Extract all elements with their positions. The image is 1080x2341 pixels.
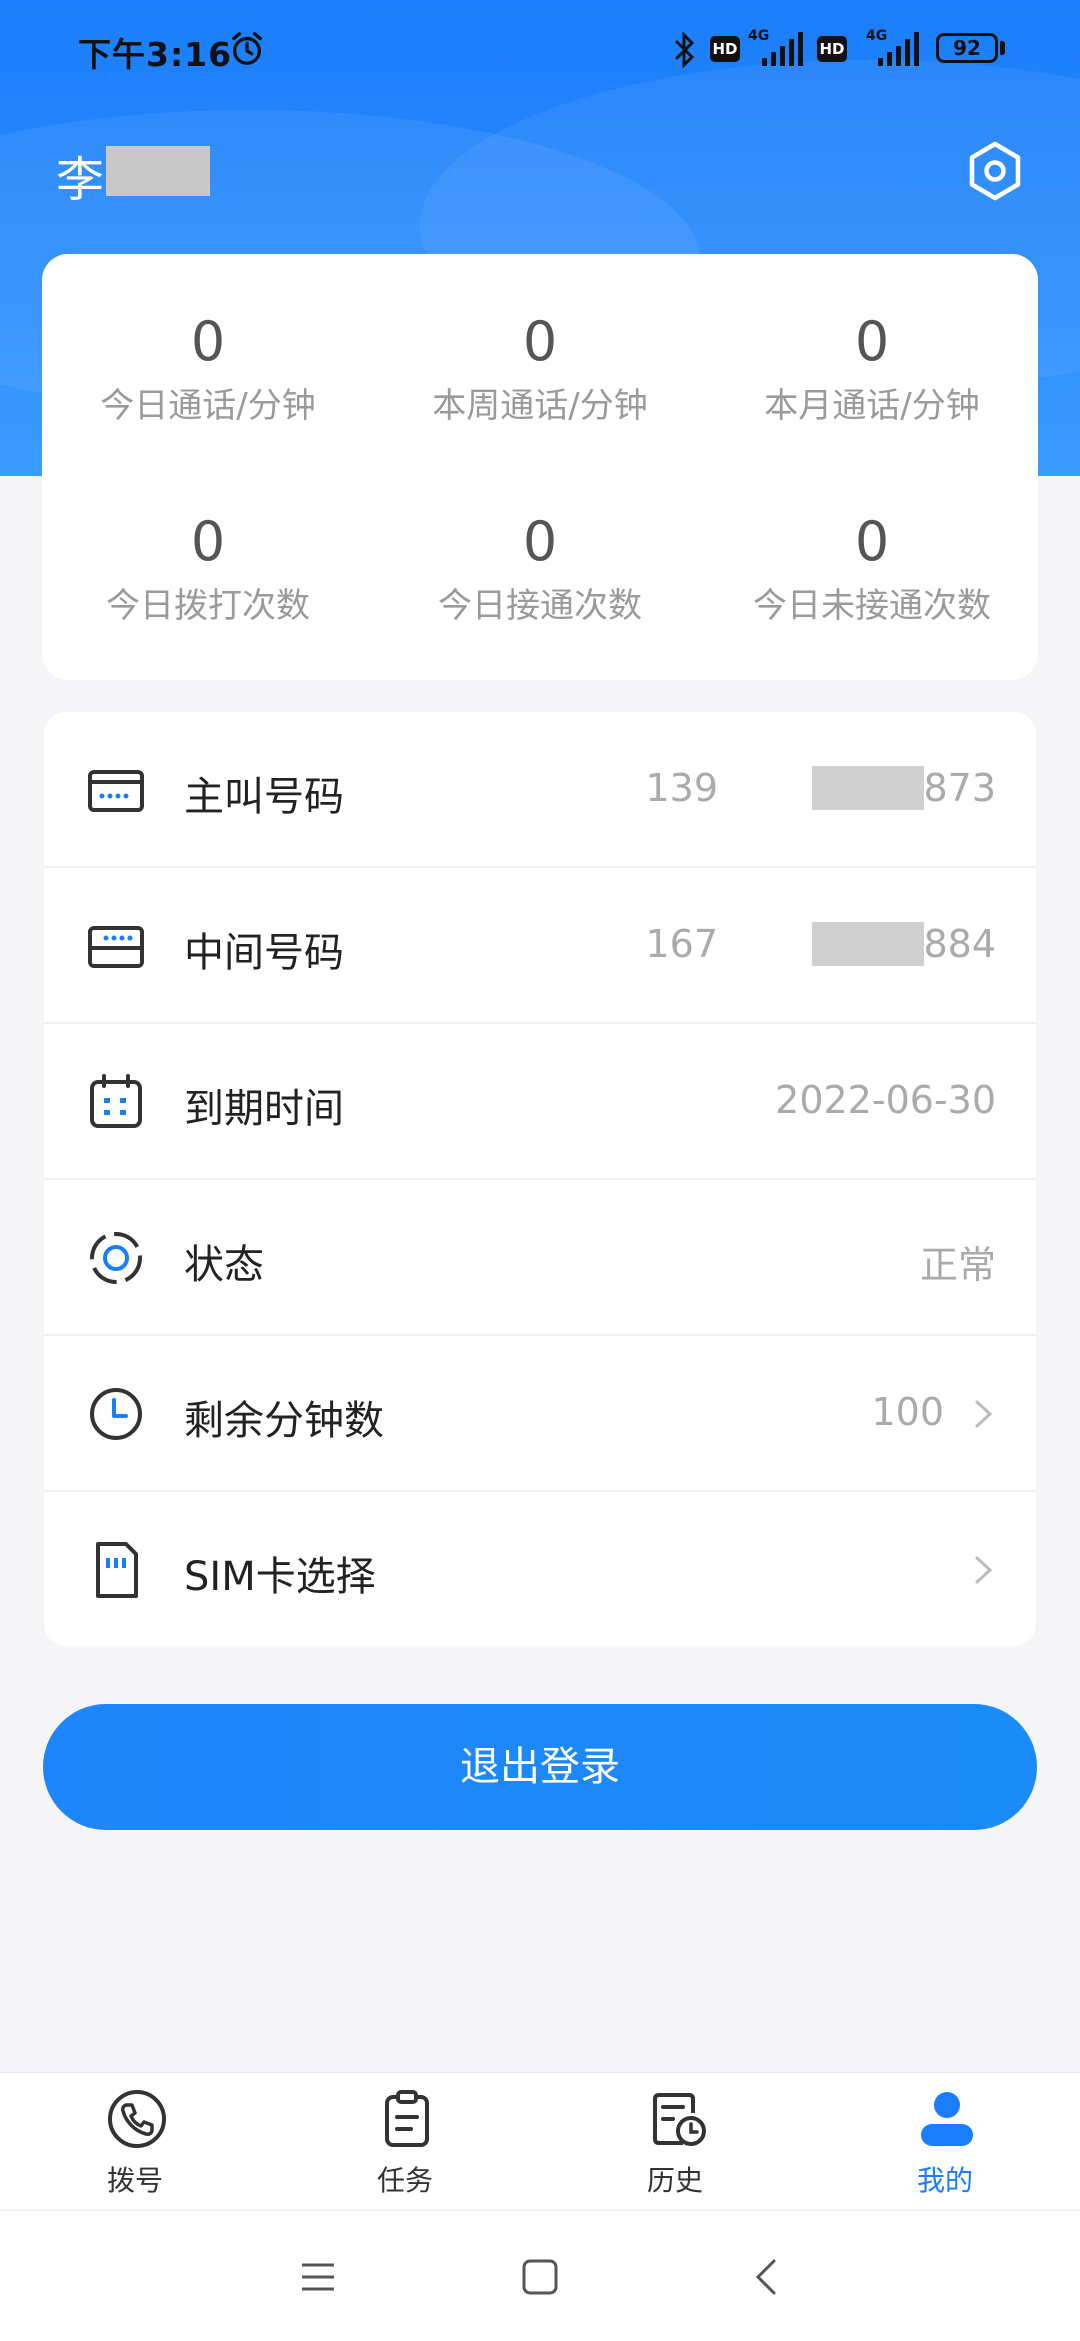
- tab-dial[interactable]: 拨号: [0, 2073, 270, 2209]
- status-value: 正常: [919, 1243, 996, 1287]
- middle-number-suffix: 884: [923, 922, 996, 966]
- stat-label: 本月通话/分钟: [764, 386, 980, 426]
- tab-mine[interactable]: 我的: [810, 2073, 1080, 2209]
- sim-card-icon: [96, 1542, 138, 1598]
- calendar-icon: [90, 1074, 142, 1128]
- row-label: 状态: [184, 1242, 264, 1288]
- bluetooth-icon: [674, 31, 695, 69]
- stat-label: 今日接通次数: [438, 586, 642, 626]
- stat-value: 0: [854, 310, 890, 373]
- stat-week-minutes: 0 本周通话/分钟: [374, 310, 706, 427]
- back-chevron-icon[interactable]: [746, 2255, 790, 2299]
- stat-value: 0: [190, 510, 226, 573]
- status-time: 下午3:16: [78, 35, 233, 74]
- phone-icon: [108, 2090, 166, 2148]
- menu-icon[interactable]: [296, 2255, 340, 2299]
- clipboard-icon: [385, 2090, 429, 2147]
- tab-tasks[interactable]: 任务: [270, 2073, 540, 2209]
- redacted-name: [106, 146, 210, 196]
- hd-badge: HD: [710, 36, 740, 62]
- row-label: 中间号码: [184, 930, 344, 976]
- tab-label: 任务: [376, 2164, 433, 2197]
- history-icon: [653, 2093, 706, 2146]
- menu-row-remaining-minutes[interactable]: 剩余分钟数 100: [44, 1336, 1036, 1492]
- alarm-clock-icon: [232, 32, 262, 65]
- settings-menu: 主叫号码 139 873 中间号码 167 884 到期时间 2022-06-3…: [44, 712, 1036, 1646]
- stat-value: 0: [854, 510, 890, 573]
- stat-value: 0: [190, 310, 226, 373]
- stat-today-minutes: 0 今日通话/分钟: [42, 310, 374, 427]
- stats-card: 0 今日通话/分钟 0 本周通话/分钟 0 本月通话/分钟 0 今日拨打次数 0…: [42, 254, 1038, 680]
- chevron-right-icon: [975, 1400, 993, 1428]
- system-navigation-bar: [0, 2210, 1080, 2341]
- bottom-tab-bar: 拨号 任务 历史 我的: [0, 2072, 1080, 2209]
- stat-today-dials: 0 今日拨打次数: [42, 510, 374, 627]
- tab-label: 我的: [916, 2164, 973, 2197]
- sim2-signal-icon: [878, 32, 919, 66]
- row-label: 到期时间: [184, 1086, 344, 1132]
- status-bar: 下午3:16 HD 4G HD 4G 92: [0, 0, 1080, 100]
- user-name: 李: [56, 152, 105, 208]
- sim1-signal-icon: [762, 32, 803, 66]
- tab-label: 历史: [646, 2164, 703, 2197]
- stat-today-connected: 0 今日接通次数: [374, 510, 706, 627]
- relay-number-card-icon: [88, 926, 144, 968]
- middle-number-prefix: 167: [645, 922, 718, 966]
- redacted-digits: [812, 766, 924, 810]
- phone-number-card-icon: [88, 770, 144, 812]
- menu-row-caller-number: 主叫号码 139 873: [44, 712, 1036, 868]
- stat-label: 今日拨打次数: [106, 586, 310, 626]
- redacted-digits: [812, 922, 924, 966]
- battery-indicator: 92: [936, 33, 998, 63]
- caller-number-suffix: 873: [923, 766, 996, 810]
- status-ring-icon: [90, 1232, 142, 1284]
- stat-value: 0: [522, 510, 558, 573]
- home-square-icon[interactable]: [518, 2255, 562, 2299]
- tab-label: 拨号: [106, 2164, 163, 2197]
- row-label: 剩余分钟数: [184, 1398, 384, 1444]
- logout-button[interactable]: 退出登录: [43, 1704, 1037, 1830]
- stat-label: 今日通话/分钟: [100, 386, 316, 426]
- settings-hexagon-icon[interactable]: [964, 140, 1026, 202]
- clock-icon: [90, 1388, 142, 1440]
- menu-row-sim-select[interactable]: SIM卡选择: [44, 1492, 1036, 1646]
- row-label: 主叫号码: [184, 774, 344, 820]
- battery-tip: [1000, 41, 1005, 55]
- hd-badge: HD: [817, 36, 847, 62]
- chevron-right-icon: [975, 1556, 993, 1584]
- menu-row-expiry: 到期时间 2022-06-30: [44, 1024, 1036, 1180]
- user-icon: [921, 2092, 973, 2146]
- row-label: SIM卡选择: [184, 1554, 376, 1600]
- caller-number-prefix: 139: [645, 766, 718, 810]
- expiry-date: 2022-06-30: [775, 1078, 996, 1122]
- remaining-minutes-value: 100: [871, 1390, 944, 1434]
- stat-today-missed: 0 今日未接通次数: [706, 510, 1038, 627]
- stat-label: 本周通话/分钟: [432, 386, 648, 426]
- stat-label: 今日未接通次数: [753, 586, 991, 626]
- menu-row-middle-number: 中间号码 167 884: [44, 868, 1036, 1024]
- tab-history[interactable]: 历史: [540, 2073, 810, 2209]
- stat-month-minutes: 0 本月通话/分钟: [706, 310, 1038, 427]
- stat-value: 0: [522, 310, 558, 373]
- menu-row-status: 状态 正常: [44, 1180, 1036, 1336]
